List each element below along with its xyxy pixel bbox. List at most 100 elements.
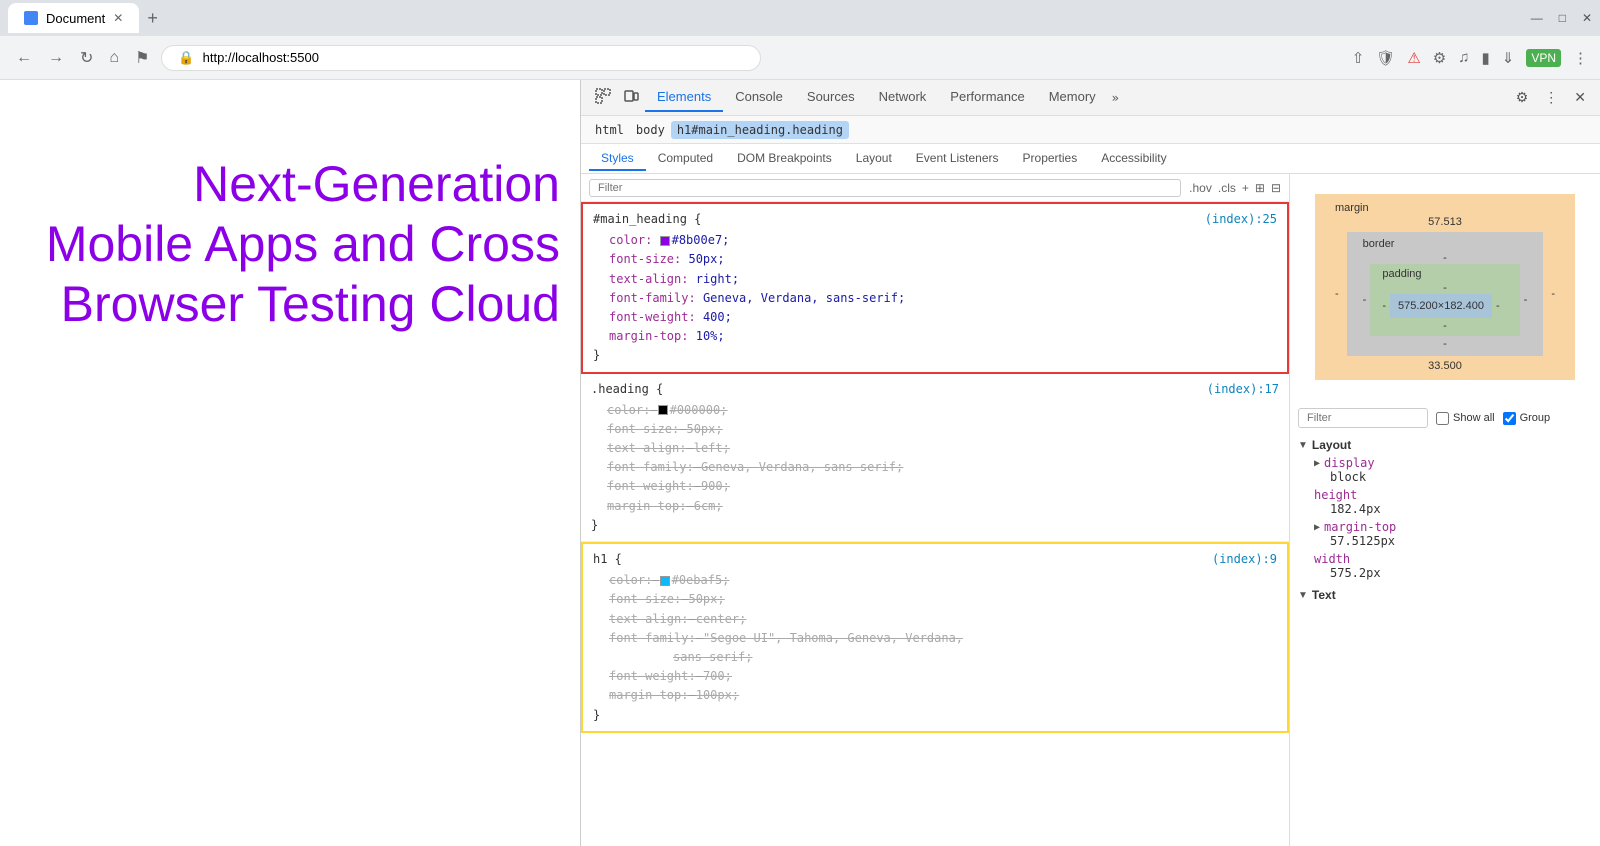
show-all-checkbox[interactable] — [1436, 412, 1449, 425]
devtools-menu-button[interactable]: ⋮ — [1538, 85, 1564, 110]
close-button[interactable]: ✕ — [1582, 11, 1592, 25]
back-button[interactable]: ← — [12, 45, 36, 71]
padding-bottom-value: - — [1382, 320, 1507, 332]
new-tab-button[interactable]: + — [147, 8, 158, 29]
height-value: 182.4px — [1314, 502, 1592, 516]
browser-tab[interactable]: Document ✕ — [8, 3, 139, 33]
color-swatch-3 — [660, 576, 670, 586]
width-prop-label: width — [1314, 552, 1350, 566]
border-bottom-value: - — [1363, 338, 1528, 350]
margin-top-item: ▶ margin-top 57.5125px — [1298, 518, 1592, 550]
css-rule-close-3: } — [593, 706, 1277, 725]
devtools-tab-elements[interactable]: Elements — [645, 83, 723, 112]
styles-filter-input[interactable] — [589, 179, 1181, 197]
content-size: 575.200×182.400 — [1390, 294, 1492, 318]
breadcrumb-h1[interactable]: h1#main_heading.heading — [671, 121, 849, 139]
computed-sidebar-button[interactable]: ⊟ — [1271, 181, 1281, 195]
width-value: 575.2px — [1314, 566, 1592, 580]
devtools-panel: Elements Console Sources Network Perform… — [580, 80, 1600, 846]
css-line-textalign-1: text-align: right; — [593, 270, 1277, 289]
text-section-header[interactable]: ▼ Text — [1298, 586, 1592, 604]
computed-filter-row: Show all Group — [1298, 408, 1592, 428]
home-button[interactable]: ⌂ — [105, 45, 123, 71]
css-line-textalign-2: text-align: left; — [591, 439, 1279, 458]
devtools-tab-network[interactable]: Network — [867, 83, 939, 112]
devtools-tab-memory[interactable]: Memory — [1037, 83, 1108, 112]
layout-section-header[interactable]: ▼ Layout — [1298, 436, 1592, 454]
devtools-main: .hov .cls + ⊞ ⊟ #main_heading { (index):… — [581, 174, 1600, 846]
border-left-value: - — [1363, 294, 1371, 306]
css-line-fontfamily-3b: sans-serif; — [593, 648, 1277, 667]
music-icon[interactable]: ♫ — [1458, 49, 1469, 66]
subtab-styles[interactable]: Styles — [589, 147, 646, 171]
subtab-event-listeners[interactable]: Event Listeners — [904, 147, 1011, 171]
profile-icon[interactable]: ▮ — [1481, 49, 1489, 67]
refresh-button[interactable]: ↻ — [76, 44, 97, 72]
address-bar[interactable]: 🔒 — [161, 45, 761, 71]
css-line-fontsize-1: font-size: 50px; — [593, 250, 1277, 269]
padding-label: padding — [1382, 268, 1507, 280]
devtools-tab-console[interactable]: Console — [723, 83, 795, 112]
color-swatch-1 — [660, 236, 670, 246]
url-input[interactable] — [203, 50, 745, 65]
subtab-properties[interactable]: Properties — [1011, 147, 1090, 171]
css-source-link-1[interactable]: (index):25 — [1205, 210, 1277, 229]
devtools-close-button[interactable]: ✕ — [1568, 85, 1592, 110]
display-expand-arrow[interactable]: ▶ — [1314, 458, 1320, 469]
warning-icon[interactable]: ⚠ — [1407, 49, 1420, 67]
minimize-button[interactable]: — — [1531, 11, 1543, 25]
styles-filter-bar: .hov .cls + ⊞ ⊟ — [581, 174, 1289, 202]
css-line-margintop-2: margin-top: 6cm; — [591, 497, 1279, 516]
border-middle-row: - padding - - — [1363, 264, 1528, 336]
bookmark-button[interactable]: ⚑ — [131, 44, 153, 72]
group-checkbox[interactable] — [1503, 412, 1516, 425]
display-item: ▶ display block — [1298, 454, 1592, 486]
forward-button[interactable]: → — [44, 45, 68, 71]
devtools-tab-sources[interactable]: Sources — [795, 83, 867, 112]
padding-middle-row: - 575.200×182.400 - — [1382, 294, 1507, 318]
border-top-row: - — [1363, 252, 1528, 264]
margin-top-prop: ▶ margin-top — [1314, 520, 1592, 534]
computed-filter-input[interactable] — [1298, 408, 1428, 428]
download-icon[interactable]: ⇓ — [1502, 49, 1515, 67]
device-toolbar-button[interactable] — [617, 84, 645, 111]
devtools-tab-performance[interactable]: Performance — [938, 83, 1036, 112]
subtab-layout[interactable]: Layout — [844, 147, 904, 171]
shield-icon[interactable]: 🛡 — [1376, 49, 1395, 67]
css-source-link-2[interactable]: (index):17 — [1207, 380, 1279, 399]
inspect-element-button[interactable] — [589, 84, 617, 111]
browser-title-bar: Document ✕ + — □ ✕ — [0, 0, 1600, 36]
menu-icon[interactable]: ⋮ — [1573, 49, 1588, 67]
devtools-more-button[interactable]: » — [1112, 91, 1119, 105]
layout-section-label: Layout — [1312, 438, 1351, 452]
webpage-content: Next-Generation Mobile Apps and Cross Br… — [0, 80, 580, 846]
display-value: block — [1314, 470, 1592, 484]
margin-top-expand-arrow[interactable]: ▶ — [1314, 522, 1320, 533]
subtab-dom-breakpoints[interactable]: DOM Breakpoints — [725, 147, 844, 171]
hover-state-button[interactable]: .hov — [1189, 181, 1212, 195]
box-model-container: margin 57.513 - border - — [1300, 184, 1590, 390]
height-prop-label: height — [1314, 488, 1357, 502]
share-icon[interactable]: ⇧ — [1352, 49, 1365, 67]
subtab-accessibility[interactable]: Accessibility — [1089, 147, 1178, 171]
css-line-fontweight-3: font-weight: 700; — [593, 667, 1277, 686]
extensions-icon[interactable]: ⚙ — [1433, 49, 1446, 67]
tab-close-button[interactable]: ✕ — [113, 11, 123, 25]
css-line-fontweight-2: font-weight: 900; — [591, 477, 1279, 496]
breadcrumb-html[interactable]: html — [589, 121, 630, 139]
add-style-button[interactable]: + — [1242, 181, 1249, 195]
css-source-link-3[interactable]: (index):9 — [1212, 550, 1277, 569]
color-swatch-2 — [658, 405, 668, 415]
class-button[interactable]: .cls — [1218, 181, 1236, 195]
css-line-margintop-1: margin-top: 10%; — [593, 327, 1277, 346]
margin-row: - border - - — [1335, 232, 1555, 356]
maximize-button[interactable]: □ — [1559, 11, 1566, 25]
show-all-checkbox-label[interactable]: Show all — [1436, 412, 1495, 425]
group-label: Group — [1520, 412, 1551, 424]
subtab-computed[interactable]: Computed — [646, 147, 725, 171]
devtools-settings-button[interactable]: ⚙ — [1510, 85, 1535, 110]
toggle-panel-button[interactable]: ⊞ — [1255, 181, 1265, 195]
breadcrumb-body[interactable]: body — [630, 121, 671, 139]
group-checkbox-label[interactable]: Group — [1503, 412, 1551, 425]
layout-toggle-icon: ▼ — [1298, 440, 1308, 451]
